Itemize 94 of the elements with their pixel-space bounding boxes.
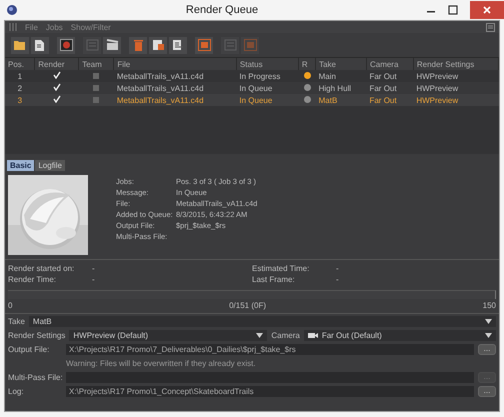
menu-item[interactable]: File bbox=[25, 22, 38, 32]
table-cell: Far Out bbox=[366, 82, 414, 94]
column-header[interactable]: Take bbox=[316, 58, 366, 70]
toolbar-button[interactable] bbox=[169, 36, 187, 54]
field-label: Camera bbox=[271, 330, 300, 340]
table-cell: MetaballTrails_vA11.c4d bbox=[114, 82, 236, 94]
column-header[interactable]: File bbox=[114, 58, 236, 70]
column-header[interactable]: Status bbox=[236, 58, 298, 70]
camera-icon bbox=[308, 331, 318, 339]
folder-icon bbox=[13, 39, 27, 51]
table-cell: Far Out bbox=[366, 70, 414, 82]
menu-item[interactable]: Jobs bbox=[46, 22, 63, 32]
table-cell: Far Out bbox=[366, 94, 414, 106]
table-row[interactable]: 1 MetaballTrails_vA11.c4d In Progress Main Far Out HWPreview bbox=[5, 70, 498, 82]
field-label: Render Settings bbox=[8, 330, 66, 340]
list-icon bbox=[172, 39, 184, 51]
image-icon bbox=[60, 39, 72, 51]
column-header[interactable]: Pos. bbox=[5, 58, 35, 70]
caret-icon bbox=[485, 318, 492, 324]
list-remove-icon bbox=[152, 39, 164, 51]
table-cell: MatB bbox=[316, 94, 366, 106]
output-file-field[interactable]: X:\Projects\R17 Promo\7_Deliverables\0_Dailies\$prj_$take_$rs bbox=[66, 344, 474, 354]
grip-icon[interactable] bbox=[9, 23, 17, 31]
field-label: Output File: bbox=[8, 344, 50, 354]
trash-icon bbox=[132, 38, 144, 52]
stat-value: - bbox=[92, 264, 95, 273]
team-checkbox[interactable] bbox=[93, 96, 100, 102]
stat-label: Last Frame: bbox=[252, 275, 296, 284]
table-cell: In Queue bbox=[236, 82, 298, 94]
column-header[interactable]: Camera bbox=[366, 58, 414, 70]
batch-icon bbox=[86, 39, 98, 51]
column-header[interactable]: R bbox=[298, 58, 316, 70]
render-checkbox[interactable] bbox=[52, 83, 61, 91]
close-button[interactable] bbox=[470, 1, 504, 19]
app-icon bbox=[6, 4, 18, 16]
field-label: Take bbox=[8, 316, 25, 326]
window-icon bbox=[198, 39, 210, 51]
render-settings-dropdown[interactable]: HWPreview (Default) bbox=[69, 330, 268, 340]
take-dropdown[interactable]: MatB bbox=[28, 316, 496, 326]
column-header[interactable]: Render bbox=[34, 58, 79, 70]
table-cell: In Queue bbox=[236, 94, 298, 106]
stat-value: - bbox=[92, 275, 95, 284]
table-cell: HWPreview bbox=[413, 94, 498, 106]
browse-button[interactable]: ... bbox=[478, 386, 496, 396]
table-cell: In Progress bbox=[236, 70, 298, 82]
field-label: Multi-Pass File: bbox=[8, 372, 62, 382]
stat-value: - bbox=[336, 264, 339, 273]
window-icon bbox=[244, 39, 256, 51]
table-cell: 2 bbox=[5, 82, 35, 94]
toolbar-button[interactable] bbox=[11, 36, 29, 54]
table-cell: High Hull bbox=[316, 82, 366, 94]
panel-menu-icon[interactable] bbox=[486, 22, 495, 32]
close-icon bbox=[482, 5, 492, 15]
camera-dropdown[interactable]: Far Out (Default) bbox=[304, 330, 496, 340]
stat-value: - bbox=[336, 275, 339, 284]
table-cell: 1 bbox=[5, 70, 35, 82]
column-header[interactable]: Team bbox=[78, 58, 114, 70]
table-cell: 3 bbox=[5, 94, 35, 106]
document-add-icon bbox=[34, 38, 46, 52]
progress-end: 150 bbox=[482, 301, 496, 310]
table-cell: MetaballTrails_vA11.c4d bbox=[114, 94, 236, 106]
maximize-icon[interactable] bbox=[448, 5, 458, 15]
tab[interactable]: Basic bbox=[7, 160, 34, 171]
progress-start: 0 bbox=[8, 301, 12, 310]
render-checkbox[interactable] bbox=[52, 95, 61, 103]
toolbar-button[interactable] bbox=[31, 36, 49, 54]
stat-label: Render started on: bbox=[8, 264, 76, 273]
window-title: Render Queue bbox=[184, 4, 260, 16]
warning-text: Warning: Files will be overwritten if they already exist. bbox=[66, 358, 256, 368]
render-checkbox[interactable] bbox=[52, 71, 61, 79]
team-checkbox[interactable] bbox=[93, 84, 100, 90]
batch-icon bbox=[224, 39, 236, 51]
stat-label: Estimated Time: bbox=[252, 264, 310, 273]
table-row[interactable]: 3 MetaballTrails_vA11.c4d In Queue MatB Far Out HWPreview bbox=[5, 94, 498, 106]
tab[interactable]: Logfile bbox=[35, 160, 65, 171]
field-label: Log: bbox=[8, 386, 25, 396]
log-field[interactable]: X:\Projects\R17 Promo\1_Concept\SkateboardTrails bbox=[66, 386, 474, 396]
progress-text: 0/151 (0F) bbox=[229, 301, 266, 310]
caret-icon bbox=[256, 332, 264, 338]
team-checkbox[interactable] bbox=[93, 72, 100, 78]
table-cell: HWPreview bbox=[413, 70, 498, 82]
browse-button[interactable]: ... bbox=[478, 344, 496, 354]
column-header[interactable]: Render Settings bbox=[413, 58, 498, 70]
table-cell: Main bbox=[316, 70, 366, 82]
toolbar-button[interactable] bbox=[103, 36, 121, 54]
clapper-icon bbox=[106, 39, 118, 51]
menu-item[interactable]: Show/Filter bbox=[70, 22, 111, 32]
table-cell: HWPreview bbox=[413, 82, 498, 94]
caret-icon bbox=[485, 332, 492, 338]
table-row[interactable]: 2 MetaballTrails_vA11.c4d In Queue High Hull Far Out HWPreview bbox=[5, 82, 498, 94]
toolbar-button[interactable] bbox=[57, 36, 75, 54]
toolbar-button[interactable] bbox=[149, 36, 167, 54]
table-cell: MetaballTrails_vA11.c4d bbox=[114, 70, 236, 82]
stat-label: Render Time: bbox=[8, 275, 58, 284]
